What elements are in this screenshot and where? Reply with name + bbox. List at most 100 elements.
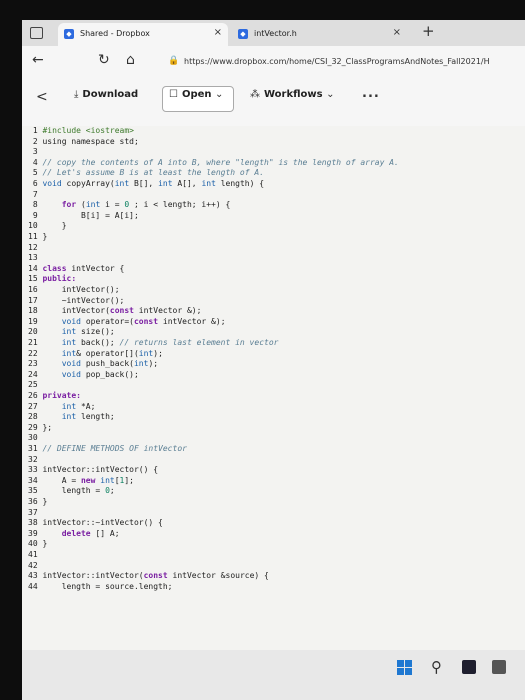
tab-intvector[interactable]: ◆ intVector.h × bbox=[232, 23, 407, 46]
code-line: 33 intVector::intVector() { bbox=[28, 465, 158, 475]
line-number: 24 bbox=[28, 369, 43, 379]
terminal-icon[interactable] bbox=[462, 660, 476, 674]
code-token: void bbox=[42, 179, 67, 188]
line-number: 5 bbox=[28, 168, 43, 178]
code-token: int bbox=[42, 412, 81, 422]
code-token: int bbox=[100, 475, 115, 485]
code-token: B[], bbox=[133, 179, 159, 188]
line-number: 11 bbox=[28, 232, 43, 241]
code-token: int bbox=[42, 327, 81, 337]
code-token: pop_back(); bbox=[85, 369, 139, 379]
back-chevron-icon[interactable]: < bbox=[36, 89, 48, 105]
line-number: 39 bbox=[28, 528, 43, 538]
line-number: 19 bbox=[28, 316, 43, 326]
code-token: intVector &); bbox=[162, 316, 226, 326]
download-button[interactable]: ⤓ Download bbox=[74, 89, 138, 109]
code-token: int bbox=[114, 179, 134, 188]
code-line: 3 bbox=[28, 147, 42, 157]
line-number: 34 bbox=[28, 475, 43, 485]
code-line: 6 void copyArray(int B[], int A[], int l… bbox=[28, 179, 264, 189]
close-tab-icon[interactable]: × bbox=[393, 27, 401, 38]
code-token: ); bbox=[148, 359, 159, 369]
workflows-button[interactable]: ⁂ Workflows ⌄ bbox=[250, 89, 338, 109]
code-token: length = bbox=[42, 486, 106, 496]
windows-start-icon[interactable] bbox=[397, 660, 413, 676]
line-number: 3 bbox=[28, 147, 43, 157]
line-number: 30 bbox=[28, 433, 43, 443]
back-arrow-icon[interactable]: ← bbox=[32, 52, 44, 68]
more-options-icon[interactable]: ... bbox=[362, 86, 380, 101]
code-token: size(); bbox=[80, 327, 115, 337]
tab-actions-icon[interactable] bbox=[30, 27, 43, 39]
search-icon[interactable]: ⚲ bbox=[431, 658, 442, 676]
code-token: int bbox=[133, 359, 149, 369]
code-token: void bbox=[42, 359, 86, 369]
open-button[interactable]: ☐ Open ⌄ bbox=[162, 86, 235, 112]
code-token: // returns last element in vector bbox=[119, 338, 279, 347]
code-line: 26 private: bbox=[28, 391, 81, 401]
line-number: 21 bbox=[28, 338, 43, 347]
tab-shared-dropbox[interactable]: ◆ Shared - Dropbox × bbox=[58, 23, 228, 46]
home-icon[interactable]: ⌂ bbox=[126, 52, 135, 68]
close-tab-icon[interactable]: × bbox=[214, 27, 222, 38]
download-icon: ⤓ bbox=[74, 89, 79, 100]
app-icon[interactable] bbox=[492, 660, 506, 674]
code-token: operator=( bbox=[85, 316, 134, 326]
open-label: Open bbox=[181, 89, 212, 100]
dropbox-icon: ◆ bbox=[238, 29, 248, 39]
code-line: 20 int size(); bbox=[28, 327, 115, 337]
code-token: ]; bbox=[124, 475, 134, 485]
code-line: 37 bbox=[28, 508, 42, 518]
code-line: 25 bbox=[28, 380, 42, 390]
line-number: 43 bbox=[28, 571, 43, 581]
refresh-icon[interactable]: ↻ bbox=[98, 52, 110, 68]
code-token: & operator[]( bbox=[76, 348, 139, 358]
code-token: ~intVector(); bbox=[42, 295, 125, 305]
line-number: 25 bbox=[28, 380, 43, 390]
code-line: 28 int length; bbox=[28, 412, 115, 422]
code-line: 42 bbox=[28, 561, 42, 571]
code-token: ; bbox=[109, 486, 115, 496]
line-number: 1 bbox=[28, 126, 43, 135]
new-tab-button[interactable]: + bbox=[422, 22, 435, 40]
line-number: 37 bbox=[28, 507, 43, 517]
code-line: 35 length = 0; bbox=[28, 486, 115, 496]
url-box[interactable]: 🔒 https://www.dropbox.com/home/CSI_32_Cl… bbox=[162, 52, 525, 72]
code-token: *A; bbox=[80, 401, 96, 411]
line-number: 9 bbox=[28, 210, 43, 220]
code-token: length = source.length; bbox=[42, 581, 173, 591]
code-line: 31 // DEFINE METHODS OF intVector bbox=[28, 444, 187, 454]
code-token: B[i] = A[i]; bbox=[42, 210, 139, 220]
code-token: intVector { bbox=[71, 263, 125, 273]
screen: ◆ Shared - Dropbox × ◆ intVector.h × + ←… bbox=[22, 20, 525, 700]
line-number: 36 bbox=[28, 497, 43, 506]
line-number: 44 bbox=[28, 581, 43, 591]
tab-title: Shared - Dropbox bbox=[80, 29, 150, 38]
code-line: 16 intVector(); bbox=[28, 285, 120, 295]
chevron-down-icon: ⌄ bbox=[215, 89, 224, 100]
code-token: intVector::intVector() { bbox=[42, 465, 159, 475]
dropbox-toolbar: < ⤓ Download ☐ Open ⌄ ⁂ Workflows ⌄ ... bbox=[22, 82, 525, 116]
code-token: intVector &); bbox=[138, 306, 202, 316]
code-token: [] A; bbox=[95, 528, 120, 538]
code-token: copyArray( bbox=[66, 179, 115, 188]
code-line: 11 } bbox=[28, 232, 47, 242]
code-viewer: 1 #include <iostream> 2 using namespace … bbox=[22, 126, 525, 651]
code-line: 21 int back(); // returns last element i… bbox=[28, 338, 278, 348]
code-token: // Let's assume B is at least the length… bbox=[42, 168, 265, 178]
line-number: 41 bbox=[28, 550, 43, 559]
line-number: 14 bbox=[28, 263, 43, 273]
code-line: 23 void push_back(int); bbox=[28, 359, 158, 369]
code-token: int bbox=[42, 401, 81, 411]
code-token: const bbox=[109, 306, 139, 316]
code-token: } bbox=[42, 221, 67, 231]
code-line: 7 bbox=[28, 190, 42, 200]
code-token: i = bbox=[105, 200, 125, 210]
code-token: public: bbox=[42, 274, 77, 284]
code-token: intVector(); bbox=[42, 285, 120, 294]
code-token: class bbox=[42, 263, 72, 273]
open-icon: ☐ bbox=[169, 89, 178, 100]
code-line: 1 #include <iostream> bbox=[28, 126, 134, 136]
code-token: new bbox=[80, 475, 101, 485]
code-line: 13 bbox=[28, 253, 42, 263]
